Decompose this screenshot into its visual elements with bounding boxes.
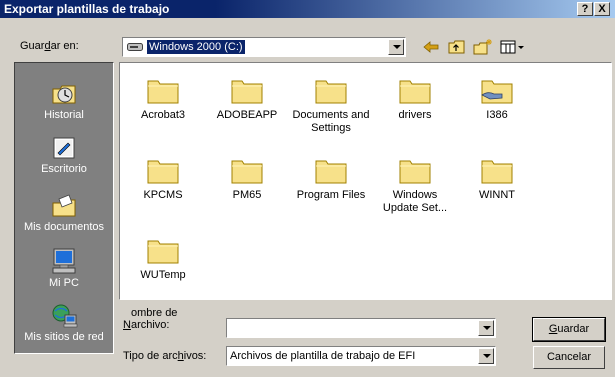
look-in-dropdown[interactable]: Windows 2000 (C:) [122,37,406,57]
folder-icon [147,80,179,104]
place-label: Escritorio [41,163,87,175]
folder-icon [315,80,347,104]
list-item[interactable]: WUTemp [123,237,203,282]
folder-icon [399,160,431,184]
place-historial[interactable]: Historial [15,81,113,121]
filetype-value: Archivos de plantilla de trabajo de EFI [230,350,416,362]
filename-label: Nombre de archivo: [123,307,178,331]
file-name: KPCMS [143,189,183,201]
place-mis-sitios-de-red[interactable]: Mis sitios de red [15,303,113,343]
folder-icon [481,160,513,184]
network-places-icon [52,304,78,328]
folder-icon [399,80,431,104]
view-menu-icon[interactable] [498,37,528,57]
folder-icon [147,240,179,264]
filetype-dropdown-button[interactable] [478,348,494,364]
file-name: Acrobat3 [140,109,186,121]
cancel-button[interactable]: Cancelar [533,346,605,369]
save-button[interactable]: Guardar [532,317,606,342]
file-name: ADOBEAPP [216,109,278,121]
title-bar[interactable]: Exportar plantillas de trabajo ? X [0,0,615,18]
folder-icon [147,160,179,184]
list-item[interactable]: Documents and Settings [291,77,371,135]
close-button[interactable]: X [594,2,610,16]
file-name: I386 [486,109,508,121]
file-name: Documents and Settings [292,109,370,134]
new-folder-icon[interactable] [472,37,494,57]
list-item[interactable]: drivers [375,77,455,122]
folder-icon [315,160,347,184]
my-documents-icon [52,194,76,217]
desktop-icon [53,137,75,159]
look-in-label: Guardar en: [20,40,79,52]
up-folder-icon[interactable] [446,37,468,57]
folder-icon [231,160,263,184]
place-label: Mis documentos [23,221,105,233]
file-name: Program Files [296,189,366,201]
place-mis-documentos[interactable]: Mis documentos [15,193,113,233]
list-item[interactable]: Acrobat3 [123,77,203,122]
filename-dropdown-button[interactable] [478,320,494,336]
look-in-dropdown-button[interactable] [388,39,404,55]
folder-icon [231,80,263,104]
file-name: drivers [398,109,432,121]
filetype-dropdown[interactable]: Archivos de plantilla de trabajo de EFI [226,346,496,366]
filetype-label: Tipo de archivos: [123,350,207,362]
places-bar: Historial Escritorio Mis documentos Mi P… [14,62,114,354]
filename-field[interactable] [226,318,496,338]
list-item[interactable]: Windows Update Set... [375,157,455,215]
hard-drive-icon [127,43,143,51]
file-name: Windows Update Set... [382,189,448,214]
file-name: WUTemp [140,269,186,281]
file-name: WINNT [478,189,516,201]
place-label: Historial [44,109,84,121]
history-icon [52,85,76,104]
place-label: Mis sitios de red [24,331,104,343]
list-item[interactable]: I386 [457,77,537,122]
look-in-value: Windows 2000 (C:) [147,40,245,54]
back-icon[interactable] [420,37,442,57]
list-item[interactable]: Program Files [291,157,371,202]
list-item[interactable]: WINNT [457,157,537,202]
file-name: PM65 [232,189,262,201]
list-item[interactable]: PM65 [207,157,287,202]
shared-folder-icon [481,80,513,104]
list-item[interactable]: ADOBEAPP [207,77,287,122]
place-escritorio[interactable]: Escritorio [15,135,113,175]
export-dialog: Exportar plantillas de trabajo ? X Guard… [0,0,615,377]
list-item[interactable]: KPCMS [123,157,203,202]
window-title: Exportar plantillas de trabajo [4,2,170,16]
place-mi-pc[interactable]: Mi PC [15,247,113,289]
file-list[interactable]: Acrobat3 ADOBEAPP Documents and Settings… [119,62,612,300]
place-label: Mi PC [49,277,79,289]
my-computer-icon [52,248,76,274]
help-button[interactable]: ? [577,2,593,16]
